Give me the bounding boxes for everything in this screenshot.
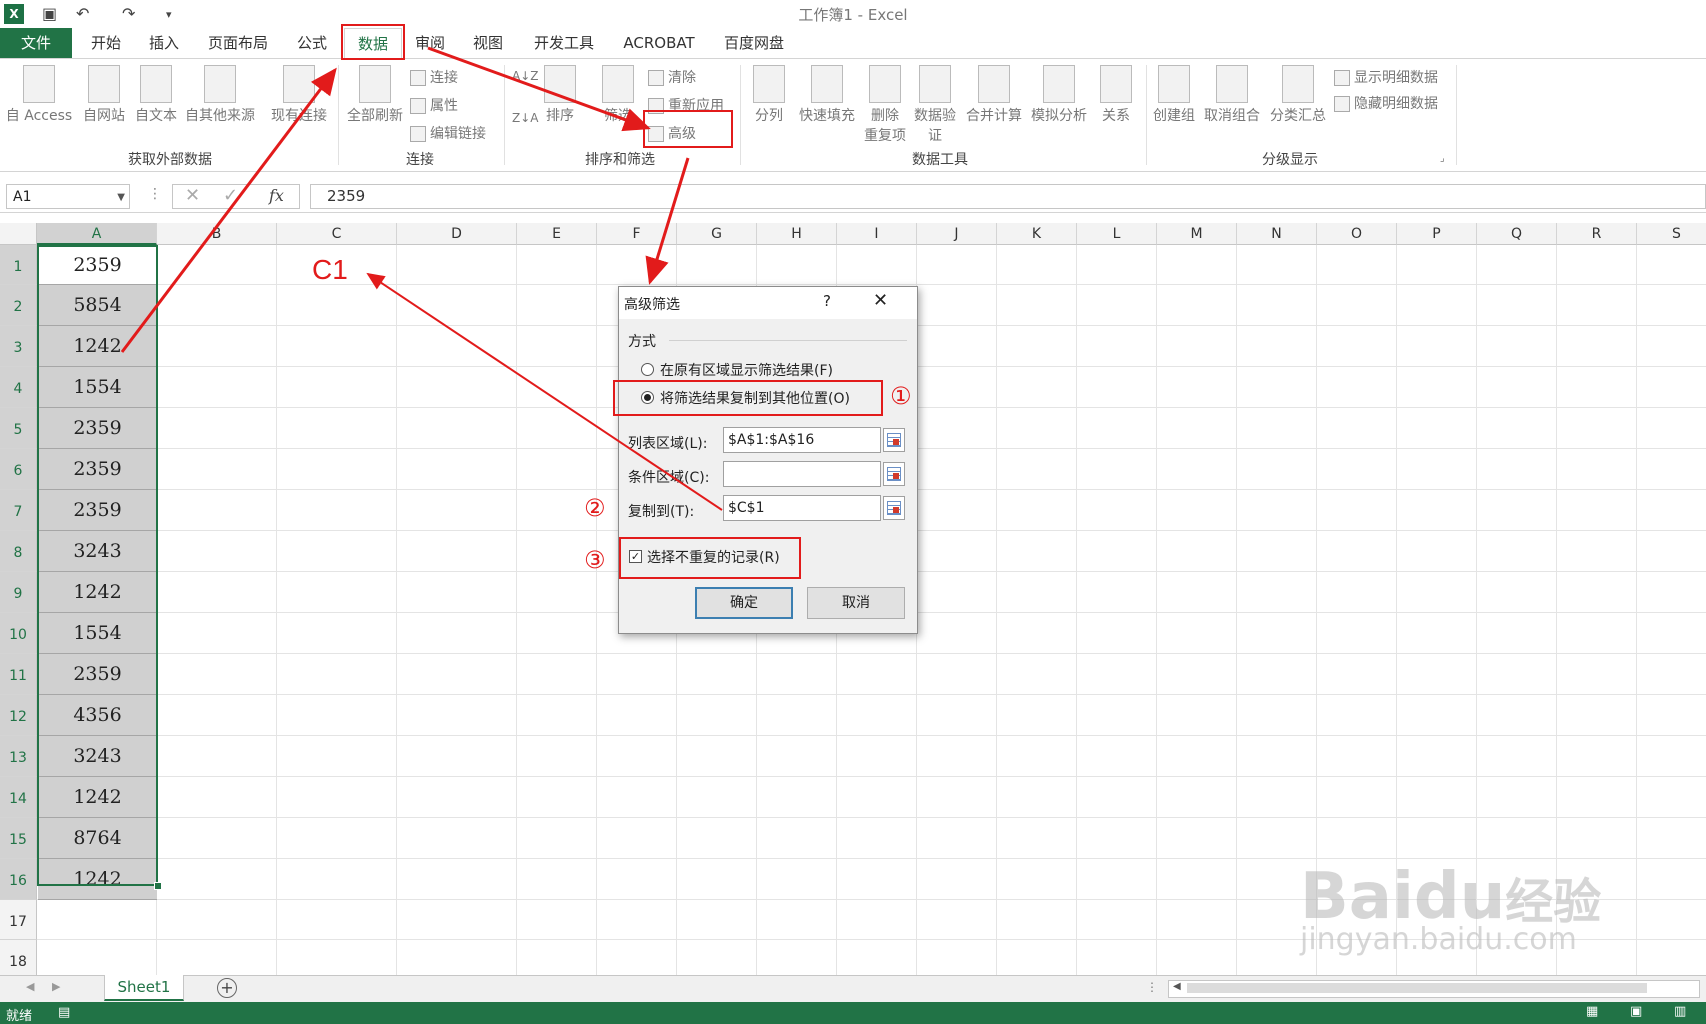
scroll-left-icon[interactable]: ◀ (1173, 981, 1181, 992)
baidu-jingyan-watermark: Baidu经验 jingyan.baidu.com (1300, 860, 1601, 957)
add-sheet-icon[interactable]: + (217, 978, 237, 998)
arrow-to-data-tab (120, 67, 337, 353)
normal-view-icon[interactable]: ▦ (1586, 1004, 1598, 1019)
watermark-url: jingyan.baidu.com (1300, 922, 1577, 957)
horizontal-scrollbar[interactable]: ◀ (1168, 980, 1700, 998)
next-sheet-icon[interactable]: ▶ (52, 980, 60, 993)
splitter-icon[interactable]: ⋮ (1146, 980, 1158, 994)
arrow-to-dialog (645, 157, 690, 285)
sheet-tab-sheet1[interactable]: Sheet1 (104, 975, 184, 1001)
status-text: 就绪 (6, 1009, 33, 1024)
arrow-to-c1 (366, 272, 723, 511)
sheet-tab-bar: ◀ ▶ Sheet1 + ⋮ ◀ (0, 975, 1706, 1002)
prev-sheet-icon[interactable]: ◀ (26, 980, 34, 993)
page-layout-view-icon[interactable]: ▣ (1630, 1004, 1642, 1019)
macro-record-icon[interactable]: ▤ (58, 1005, 70, 1020)
status-bar: 就绪 ▤ ▦ ▣ ▥ (0, 1002, 1706, 1024)
scrollbar-thumb[interactable] (1187, 983, 1647, 993)
page-break-view-icon[interactable]: ▥ (1674, 1004, 1686, 1019)
arrow-to-advanced-button (427, 46, 651, 132)
